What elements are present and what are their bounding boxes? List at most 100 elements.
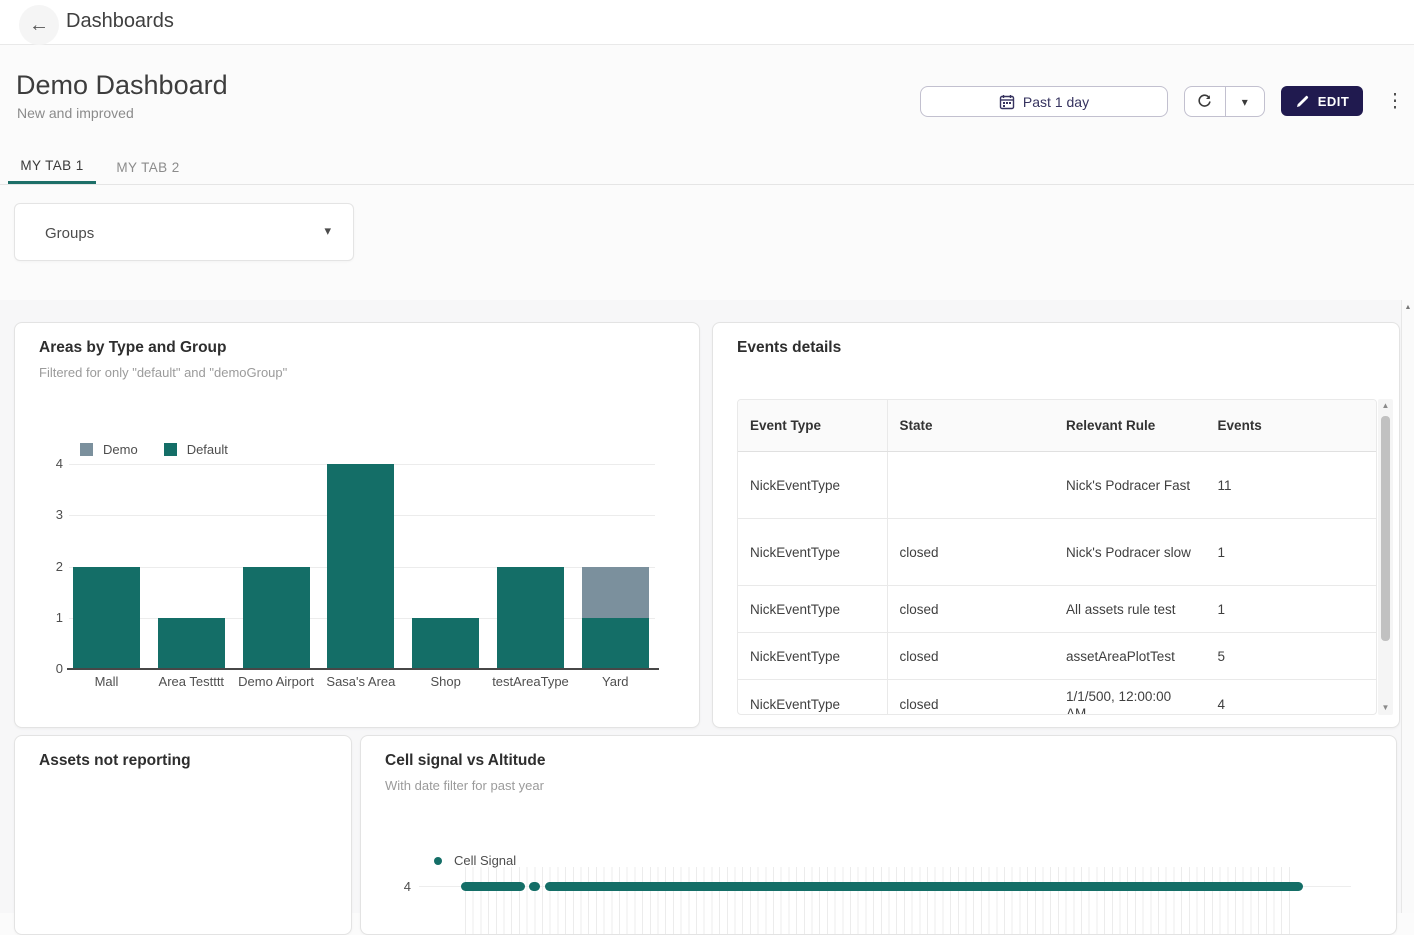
scatter-vertical-gridlines <box>465 867 1293 935</box>
column-header[interactable]: Event Type <box>738 400 888 451</box>
refresh-split-button: ▾ <box>1184 86 1265 117</box>
table-cell: 5 <box>1206 633 1376 679</box>
bar-y-tick: 0 <box>29 661 63 676</box>
scatter-point-band[interactable] <box>529 882 540 891</box>
card-title: Events details <box>737 339 841 357</box>
chevron-down-icon: ▾ <box>1242 95 1248 109</box>
legend-label: Cell Signal <box>454 853 516 868</box>
refresh-icon <box>1196 93 1213 110</box>
kebab-icon: ⋮ <box>1386 90 1405 113</box>
card-title: Assets not reporting <box>39 752 191 770</box>
bar-y-tick: 4 <box>29 456 63 471</box>
table-cell: NickEventType <box>738 519 888 585</box>
table-cell: closed <box>888 586 1054 632</box>
table-row[interactable]: NickEventTypeclosedNick's Podracer slow1 <box>738 519 1376 586</box>
bar-segment-default[interactable] <box>327 464 394 669</box>
bar-segment-default[interactable] <box>243 567 310 670</box>
bar-x-tick: Area Testttt <box>146 674 236 689</box>
bar-y-tick: 1 <box>29 610 63 625</box>
legend-dot <box>434 857 442 865</box>
column-header[interactable]: Relevant Rule <box>1054 400 1206 451</box>
scatter-point-band[interactable] <box>545 882 1303 891</box>
tab-label: MY TAB 1 <box>20 158 83 173</box>
back-button[interactable]: ← <box>19 5 59 45</box>
table-cell: closed <box>888 519 1054 585</box>
table-cell: NickEventType <box>738 586 888 632</box>
refresh-button[interactable] <box>1185 87 1225 116</box>
pencil-icon <box>1295 94 1310 109</box>
refresh-options-button[interactable]: ▾ <box>1225 87 1265 116</box>
card-assets-not-reporting: Assets not reporting <box>14 735 352 935</box>
events-table: Event TypeStateRelevant RuleEventsNickEv… <box>737 399 1377 715</box>
scatter-point-band[interactable] <box>461 882 525 891</box>
table-row[interactable]: NickEventTypeclosedassetAreaPlotTest5 <box>738 633 1376 680</box>
table-cell: All assets rule test <box>1054 586 1206 632</box>
scroll-down-icon[interactable]: ▼ <box>1378 701 1393 715</box>
date-range-label: Past 1 day <box>1023 94 1089 110</box>
chevron-down-icon: ▾ <box>324 223 331 239</box>
groups-select[interactable]: Groups ▾ <box>14 203 354 261</box>
table-cell: Nick's Podracer slow <box>1054 519 1206 585</box>
bar-segment-demo[interactable] <box>582 567 649 618</box>
page-subtitle: New and improved <box>17 105 134 121</box>
bar-x-tick: Shop <box>401 674 491 689</box>
bar-segment-default[interactable] <box>582 618 649 669</box>
tab-my-tab-2[interactable]: MY TAB 2 <box>112 150 184 184</box>
bar-segment-default[interactable] <box>158 618 225 669</box>
table-row[interactable]: NickEventTypeclosed1/1/500, 12:00:00 AM4 <box>738 680 1376 715</box>
column-header[interactable]: Events <box>1206 400 1376 451</box>
table-cell <box>888 452 1054 518</box>
bar-segment-default[interactable] <box>412 618 479 669</box>
scrollbar-thumb[interactable] <box>1381 416 1390 641</box>
top-app-bar: ← Dashboards <box>0 0 1414 45</box>
scroll-up-icon[interactable]: ▲ <box>1378 399 1393 413</box>
card-subtitle: With date filter for past year <box>385 778 544 793</box>
table-row[interactable]: NickEventType Nick's Podracer Fast11 <box>738 452 1376 519</box>
kebab-menu-button[interactable]: ⋮ <box>1382 88 1408 114</box>
table-cell: Nick's Podracer Fast <box>1054 452 1206 518</box>
bar-segment-default[interactable] <box>497 567 564 670</box>
column-header[interactable]: State <box>888 400 1054 451</box>
table-cell: 11 <box>1206 452 1376 518</box>
bar-y-tick: 3 <box>29 507 63 522</box>
table-cell: closed <box>888 680 1054 715</box>
page-title: Demo Dashboard <box>16 70 228 101</box>
date-range-button[interactable]: Past 1 day <box>920 86 1168 117</box>
table-row[interactable]: NickEventTypeclosedAll assets rule test1 <box>738 586 1376 633</box>
table-cell: NickEventType <box>738 633 888 679</box>
tab-label: MY TAB 2 <box>116 160 179 175</box>
topbar-title: Dashboards <box>66 10 174 33</box>
table-cell: assetAreaPlotTest <box>1054 633 1206 679</box>
calendar-icon <box>999 94 1015 110</box>
card-title: Cell signal vs Altitude <box>385 752 546 770</box>
page-scrollbar[interactable]: ▲ <box>1401 300 1414 913</box>
scroll-up-icon[interactable]: ▲ <box>1402 304 1414 311</box>
bar-x-tick: Demo Airport <box>231 674 321 689</box>
bar-x-tick: Yard <box>570 674 660 689</box>
edit-label: EDIT <box>1318 94 1350 109</box>
tab-bar: MY TAB 1 MY TAB 2 <box>0 150 1414 185</box>
card-events-details: Events details Event TypeStateRelevant R… <box>712 322 1400 728</box>
bar-segment-default[interactable] <box>73 567 140 670</box>
scatter-legend[interactable]: Cell Signal <box>434 853 516 868</box>
scatter-y-tick: 4 <box>379 879 411 894</box>
arrow-left-icon: ← <box>29 14 49 37</box>
edit-button[interactable]: EDIT <box>1281 86 1363 116</box>
card-cell-signal: Cell signal vs Altitude With date filter… <box>360 735 1397 935</box>
table-cell: closed <box>888 633 1054 679</box>
bar-x-tick: Mall <box>62 674 152 689</box>
table-cell: 1/1/500, 12:00:00 AM <box>1054 680 1206 715</box>
table-cell: 4 <box>1206 680 1376 715</box>
table-header-row: Event TypeStateRelevant RuleEvents <box>738 400 1376 452</box>
bar-x-tick: Sasa's Area <box>316 674 406 689</box>
bar-x-tick: testAreaType <box>486 674 576 689</box>
table-cell: NickEventType <box>738 680 888 715</box>
bar-chart-x-axis <box>67 668 659 670</box>
groups-select-label: Groups <box>45 225 94 242</box>
table-cell: 1 <box>1206 586 1376 632</box>
events-table-scrollbar[interactable]: ▲ ▼ <box>1378 399 1393 715</box>
table-cell: NickEventType <box>738 452 888 518</box>
bar-y-tick: 2 <box>29 559 63 574</box>
card-areas-by-type: Areas by Type and Group Filtered for onl… <box>14 322 700 728</box>
tab-my-tab-1[interactable]: MY TAB 1 <box>8 150 96 184</box>
